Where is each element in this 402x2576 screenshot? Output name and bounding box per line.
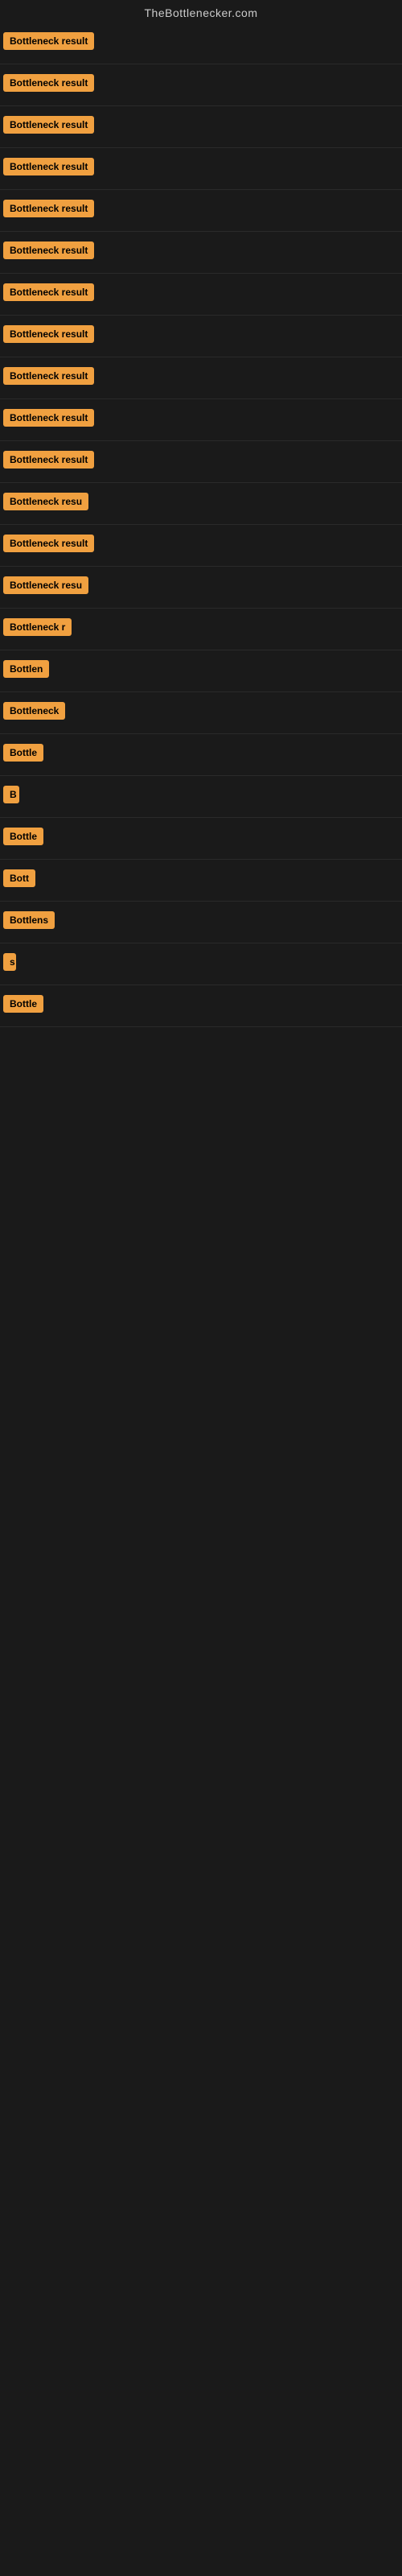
result-item-3: Bottleneck result — [0, 106, 402, 148]
result-item-13: Bottleneck result — [0, 525, 402, 567]
result-item-19: B — [0, 776, 402, 818]
bottleneck-badge-17[interactable]: Bottleneck — [3, 702, 65, 720]
result-item-24: Bottle — [0, 985, 402, 1027]
result-item-22: Bottlens — [0, 902, 402, 943]
bottleneck-badge-6[interactable]: Bottleneck result — [3, 242, 94, 259]
bottleneck-badge-4[interactable]: Bottleneck result — [3, 158, 94, 175]
bottleneck-badge-13[interactable]: Bottleneck result — [3, 535, 94, 552]
result-item-4: Bottleneck result — [0, 148, 402, 190]
result-item-6: Bottleneck result — [0, 232, 402, 274]
result-item-16: Bottlen — [0, 650, 402, 692]
bottleneck-badge-18[interactable]: Bottle — [3, 744, 43, 762]
bottleneck-badge-7[interactable]: Bottleneck result — [3, 283, 94, 301]
bottleneck-badge-9[interactable]: Bottleneck result — [3, 367, 94, 385]
result-item-21: Bott — [0, 860, 402, 902]
bottleneck-badge-19[interactable]: B — [3, 786, 19, 803]
site-header: TheBottlenecker.com — [0, 0, 402, 23]
bottleneck-badge-10[interactable]: Bottleneck result — [3, 409, 94, 427]
bottleneck-badge-1[interactable]: Bottleneck result — [3, 32, 94, 50]
bottleneck-badge-15[interactable]: Bottleneck r — [3, 618, 72, 636]
bottleneck-badge-12[interactable]: Bottleneck resu — [3, 493, 88, 510]
result-item-5: Bottleneck result — [0, 190, 402, 232]
result-item-7: Bottleneck result — [0, 274, 402, 316]
result-item-15: Bottleneck r — [0, 609, 402, 650]
bottleneck-badge-3[interactable]: Bottleneck result — [3, 116, 94, 134]
result-item-9: Bottleneck result — [0, 357, 402, 399]
bottleneck-badge-11[interactable]: Bottleneck result — [3, 451, 94, 469]
result-item-8: Bottleneck result — [0, 316, 402, 357]
results-list: Bottleneck result Bottleneck result Bottle… — [0, 23, 402, 1027]
result-item-14: Bottleneck resu — [0, 567, 402, 609]
bottleneck-badge-2[interactable]: Bottleneck result — [3, 74, 94, 92]
bottleneck-badge-23[interactable]: s — [3, 953, 16, 971]
bottleneck-badge-5[interactable]: Bottleneck result — [3, 200, 94, 217]
result-item-23: s — [0, 943, 402, 985]
result-item-18: Bottle — [0, 734, 402, 776]
bottleneck-badge-16[interactable]: Bottlen — [3, 660, 49, 678]
result-item-10: Bottleneck result — [0, 399, 402, 441]
result-item-2: Bottleneck result — [0, 64, 402, 106]
bottleneck-badge-14[interactable]: Bottleneck resu — [3, 576, 88, 594]
bottleneck-badge-22[interactable]: Bottlens — [3, 911, 55, 929]
result-item-17: Bottleneck — [0, 692, 402, 734]
bottleneck-badge-8[interactable]: Bottleneck result — [3, 325, 94, 343]
result-item-20: Bottle — [0, 818, 402, 860]
result-item-11: Bottleneck result — [0, 441, 402, 483]
bottleneck-badge-24[interactable]: Bottle — [3, 995, 43, 1013]
bottleneck-badge-20[interactable]: Bottle — [3, 828, 43, 845]
result-item-1: Bottleneck result — [0, 23, 402, 64]
site-title: TheBottlenecker.com — [0, 0, 402, 23]
bottleneck-badge-21[interactable]: Bott — [3, 869, 35, 887]
result-item-12: Bottleneck resu — [0, 483, 402, 525]
